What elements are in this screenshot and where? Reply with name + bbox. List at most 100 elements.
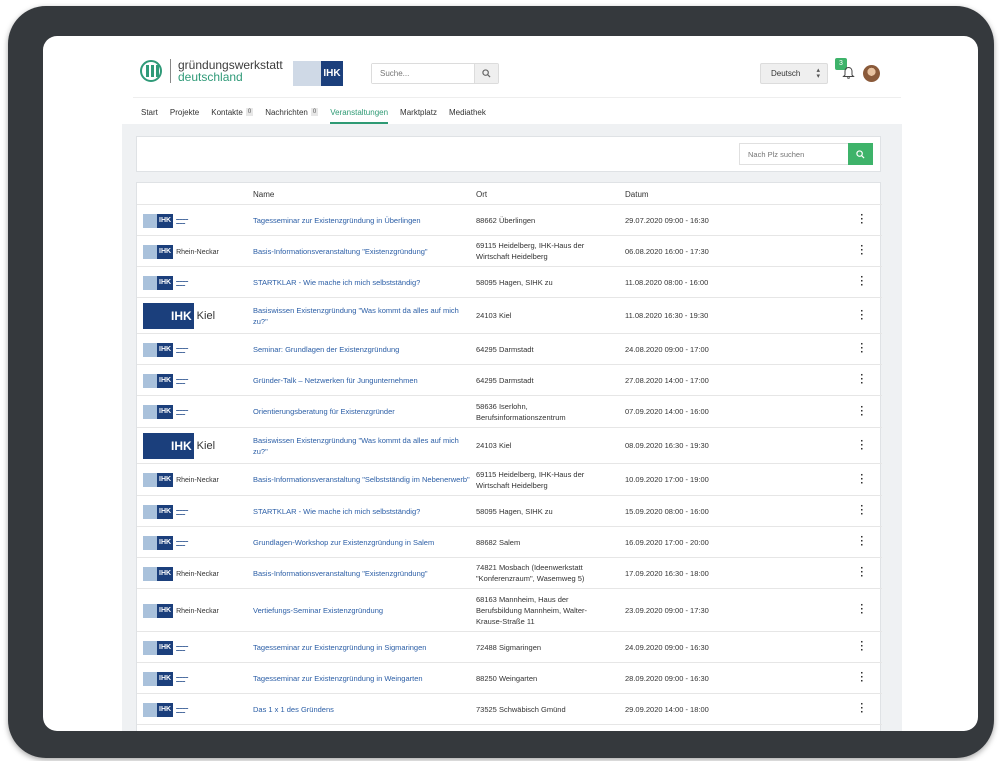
event-name-link[interactable]: Tagesseminar zur Existenzgründung in Wei… [253,673,473,684]
logo-fineprint: ▬▬▬▬ ▬▬▬ [176,346,189,354]
kebab-menu-icon[interactable]: · · · [859,437,865,455]
kebab-menu-icon[interactable]: · · · [859,502,865,520]
logo-ihk-text: IHK [169,303,194,329]
logo-mark-icon [140,60,162,82]
nav-item-veranstaltungen[interactable]: Veranstaltungen [330,108,389,124]
table-row: IHK Rhein-Neckar Basis-Informationsveranst… [137,558,882,589]
event-date: 06.08.2020 16:00 - 17:30 [625,247,709,256]
event-name-link[interactable]: Vertiefungs-Seminar Existenzgründung [253,605,473,616]
table-row: IHK Rhein-Neckar Vertiefungs-Seminar Exist… [137,589,882,632]
language-select[interactable]: Deutsch ▴ ▾ [760,63,828,84]
kebab-menu-icon[interactable]: · · · [859,638,865,656]
logo-swatch [143,536,157,550]
kebab-menu-icon[interactable]: · · · [859,371,865,389]
logo-ihk-text: IHK [157,245,174,259]
event-location: 64295 Darmstadt [476,345,534,354]
event-date: 16.09.2020 17:00 - 20:00 [625,538,709,547]
organizer-logo-mark: IHK ▬▬▬▬ ▬▬▬ [143,703,216,717]
kebab-menu-icon[interactable]: · · · [859,564,865,582]
logo-fineprint: ▬▬▬▬ ▬▬▬ [176,279,189,287]
event-name-link[interactable]: Basis-Informationsveranstaltung "Selbsts… [253,474,473,485]
event-location: 58095 Hagen, SIHK zu [476,507,553,516]
organizer-logo-mark: IHK ▬▬▬▬ ▬▬▬ [143,536,216,550]
event-name-link[interactable]: Das 1 x 1 des Gründens [253,704,473,715]
kebab-menu-icon[interactable]: · · · [859,403,865,421]
kebab-menu-icon[interactable]: · · · [859,242,865,260]
table-row: IHK ▬▬▬▬ ▬▬▬ Tagesseminar zur Existenzgründ… [137,663,882,694]
kebab-menu-icon[interactable]: · · · [859,533,865,551]
event-name-link[interactable]: Orientierungsberatung für Existenzgründe… [253,406,473,417]
organizer-logo-mark: IHK ▬▬▬▬ ▬▬▬ [143,405,216,419]
event-name-link[interactable]: STARTKLAR - Wie mache ich mich selbststä… [253,506,473,517]
kebab-menu-icon[interactable]: · · · [859,601,865,619]
event-name-link[interactable]: Basis-Informationsveranstaltung "Existen… [253,568,473,579]
search-button[interactable] [474,64,498,83]
event-name-link[interactable]: Tagesseminar zur Existenzgründung in Übe… [253,215,473,226]
bell-icon[interactable] [842,66,856,80]
event-name-link[interactable]: Seminar: Grundlagen der Existenzgründung [253,344,473,355]
event-location: 69115 Heidelberg, IHK-Haus der Wirtschaf… [476,241,585,261]
event-name-link[interactable]: Basis-Informationsveranstaltung "Existen… [253,246,473,257]
event-location: 69115 Heidelberg, IHK-Haus der Wirtschaf… [476,470,585,490]
organizer-logo: IHK Rhein-Neckar [143,604,219,618]
logo-fineprint: ▬▬▬▬ ▬▬▬ [176,706,189,714]
organizer-logo: IHK Rhein-Neckar [143,567,219,581]
search-icon [856,149,865,159]
kebab-menu-icon[interactable]: · · · [859,669,865,687]
kebab-menu-icon[interactable]: · · · [859,307,865,325]
events-table: Name Ort Datum IHK ▬▬▬▬ ▬▬▬ Tagesseminar zu… [136,182,882,731]
logo-fineprint: ▬▬▬▬ ▬▬▬ [176,408,189,416]
nav-item-projekte[interactable]: Projekte [170,108,199,124]
logo-swatch [143,505,157,519]
event-name-link[interactable]: Grundlagen-Workshop zur Existenzgründung… [253,537,473,548]
plz-search-input[interactable] [739,143,849,165]
event-name-link[interactable]: Gründer-Talk – Netzwerken für Junguntern… [253,375,473,386]
kebab-menu-icon[interactable]: · · · [859,700,865,718]
logo-swatch [143,343,157,357]
logo-ihk-text: IHK [157,536,174,550]
ihk-logo-text: IHK [321,61,343,86]
nav-item-kontakte[interactable]: Kontakte 0 [211,108,254,124]
nav-item-label: Veranstaltungen [330,108,389,117]
logo-fineprint: ▬▬▬▬ ▬▬▬ [176,508,189,516]
kebab-menu-icon[interactable]: · · · [859,340,865,358]
organizer-logo: IHK Rhein-Neckar [143,245,219,259]
logo-swatch [143,567,157,581]
table-row: IHK ▬▬▬▬ ▬▬▬ Das 1 x 1 des Gründens 73525 Sc… [137,694,882,725]
nav-item-marktplatz[interactable]: Marktplatz [400,108,437,124]
language-label: Deutsch [771,69,801,78]
table-row: IHK ▬▬▬▬ ▬▬▬ Orientierungsberatung für Exis… [137,396,882,428]
nav-item-nachrichten[interactable]: Nachrichten 0 [265,108,319,124]
logo-fineprint: ▬▬▬▬ ▬▬▬ [176,217,189,225]
organizer-logo-mark: IHK Rhein-Neckar [143,245,219,259]
nav-item-mediathek[interactable]: Mediathek [449,108,486,124]
logo-ihk-text: IHK [157,604,174,618]
logo-ihk-text: IHK [157,505,174,519]
event-location: 88250 Weingarten [476,674,538,683]
tablet-frame: gründungswerkstatt deutschland IHK Deuts… [8,6,994,758]
event-date: 29.07.2020 09:00 - 16:30 [625,216,709,225]
logo-ihk-text: IHK [157,343,174,357]
event-name-link[interactable]: Basiswissen Existenzgründung "Was kommt … [253,305,473,327]
logo-region-text: Kiel [196,440,216,452]
search-input[interactable] [372,64,474,83]
logo-region-text: Rhein-Neckar [176,248,219,256]
nav-item-label: Marktplatz [400,108,437,117]
gruendungswerkstatt-logo[interactable]: gründungswerkstatt deutschland [140,59,283,83]
event-name-link[interactable]: Tagesseminar zur Existenzgründung in Sig… [253,642,473,653]
kebab-menu-icon[interactable]: · · · [859,471,865,489]
kebab-menu-icon[interactable]: · · · [859,211,865,229]
logo-ihk-text: IHK [157,473,174,487]
logo-ihk-text: IHK [157,405,174,419]
search-icon [482,69,491,78]
top-bar: gründungswerkstatt deutschland IHK Deuts… [43,36,978,98]
table-row: IHK Kiel Basiswissen Existenzgründung "Was… [137,428,882,464]
event-name-link[interactable]: STARTKLAR - Wie mache ich mich selbststä… [253,277,473,288]
avatar[interactable] [863,65,880,82]
nav-item-start[interactable]: Start [141,108,158,124]
event-name-link[interactable]: Basiswissen Existenzgründung "Was kommt … [253,435,473,457]
plz-search-button[interactable] [848,143,873,165]
kebab-menu-icon[interactable]: · · · [859,273,865,291]
organizer-logo-mark: IHK ▬▬▬▬ ▬▬▬ [143,214,216,228]
column-header-ort: Ort [476,190,488,199]
